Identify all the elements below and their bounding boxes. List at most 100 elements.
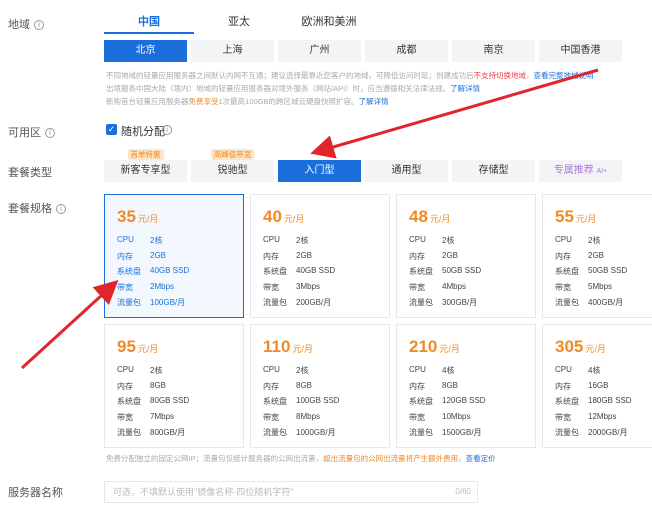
snapshot-link[interactable]: 了解详情 bbox=[359, 97, 389, 106]
city-shanghai[interactable]: 上海 bbox=[191, 40, 274, 62]
price-unit: 元/月 bbox=[283, 214, 305, 224]
city-beijing[interactable]: 北京 bbox=[104, 40, 187, 62]
note-text: 新购首台轻量应用服务器 bbox=[106, 97, 189, 106]
spec-row: 内存 8GB bbox=[117, 381, 189, 397]
info-icon[interactable]: i bbox=[162, 125, 172, 135]
availability-label: 可用区 i bbox=[8, 124, 55, 140]
pkg-label: 通用型 bbox=[391, 165, 422, 176]
package-spec-label: 套餐规格 i bbox=[8, 200, 66, 216]
spec-key: 带宽 bbox=[263, 282, 279, 292]
plan-price: 305 元/月 bbox=[555, 337, 606, 357]
spec-row: CPU 4核 bbox=[555, 365, 632, 381]
spec-value: 50GB SSD bbox=[442, 266, 482, 275]
spec-key: 内存 bbox=[263, 381, 279, 391]
plan-card[interactable]: 40 元/月 CPU 2核 内存 2GB 系统盘 40GB SSD 带宽 3Mbps 流量包 200G… bbox=[250, 194, 390, 318]
spec-value: 8GB bbox=[150, 380, 167, 390]
price-amount: 55 bbox=[555, 207, 574, 226]
spec-row: 带宽 10Mbps bbox=[409, 412, 486, 428]
region-info-link[interactable]: 查看完整地域说明 bbox=[534, 71, 594, 80]
spec-row: 内存 16GB bbox=[555, 381, 632, 397]
spec-key: 内存 bbox=[117, 381, 133, 391]
spec-key: 内存 bbox=[555, 251, 571, 261]
spec-value: 200GB/月 bbox=[296, 298, 332, 307]
city-nanjing[interactable]: 南京 bbox=[452, 40, 535, 62]
spec-key: CPU bbox=[263, 365, 280, 374]
plan-price: 48 元/月 bbox=[409, 207, 450, 227]
spec-key: 流量包 bbox=[409, 298, 433, 307]
spec-value: 400GB/月 bbox=[588, 298, 624, 307]
pkg-label: 存储型 bbox=[478, 165, 509, 176]
info-icon[interactable]: i bbox=[45, 128, 55, 139]
region-note-1: 不同地域的轻量应用服务器之间默认内网不互通；建议选择最靠近您客户的地域，可降低访… bbox=[106, 70, 594, 81]
plan-card[interactable]: 55 元/月 CPU 2核 内存 2GB 系统盘 50GB SSD 带宽 5Mbps 流量包 400G… bbox=[542, 194, 652, 318]
price-amount: 48 bbox=[409, 207, 428, 226]
price-amount: 40 bbox=[263, 207, 282, 226]
plan-specs: CPU 4核 内存 8GB 系统盘 120GB SSD 带宽 10Mbps 流量包 1500GB/… bbox=[409, 365, 486, 443]
tab-europe-americas[interactable]: 欧洲和美洲 bbox=[284, 10, 374, 34]
spec-row: 流量包 1500GB/月 bbox=[409, 427, 486, 443]
spec-row: 流量包 2000GB/月 bbox=[555, 427, 632, 443]
spec-key: 带宽 bbox=[409, 282, 425, 292]
plan-price: 110 元/月 bbox=[263, 337, 313, 357]
random-assign-label[interactable]: 随机分配 bbox=[121, 123, 165, 139]
spec-key: 带宽 bbox=[263, 412, 279, 422]
pkg-storage[interactable]: 存储型 bbox=[452, 160, 535, 182]
spec-row: 流量包 100GB/月 bbox=[117, 297, 189, 313]
plan-card[interactable]: 95 元/月 CPU 2核 内存 8GB 系统盘 80GB SSD 带宽 7Mbps 流量包 800G… bbox=[104, 324, 244, 448]
price-amount: 35 bbox=[117, 207, 136, 226]
package-type-selector: 首单特惠 新客专享型 高峰值带宽 锐驰型 入门型 通用型 存储型 专属推荐 AI… bbox=[104, 149, 626, 182]
region-note-2: 出境服务中国大陆（境内）地域的轻量应用服务器对境外服务（网站/API）时，应当遵… bbox=[106, 83, 480, 94]
server-name-input[interactable]: 可选，不填默认使用"镜像名称-四位随机字符" 0/60 bbox=[104, 481, 478, 503]
spec-value: 100GB SSD bbox=[296, 396, 340, 405]
spec-row: 流量包 400GB/月 bbox=[555, 297, 627, 313]
city-selector: 北京 上海 广州 成都 南京 中国香港 bbox=[104, 40, 626, 62]
note-warning: 超出流量包的公网出流量将产生额外费用 bbox=[323, 454, 459, 463]
spec-row: 带宽 12Mbps bbox=[555, 412, 632, 428]
spec-value: 80GB SSD bbox=[150, 396, 190, 405]
spec-value: 2核 bbox=[296, 366, 309, 375]
spec-value: 8Mbps bbox=[296, 411, 321, 421]
pricing-link[interactable]: 查看定价 bbox=[466, 454, 496, 463]
note-text: ， bbox=[458, 454, 466, 463]
pkg-recommended[interactable]: 专属推荐 AI+ bbox=[539, 160, 622, 182]
spec-key: 带宽 bbox=[555, 282, 571, 292]
city-guangzhou[interactable]: 广州 bbox=[278, 40, 361, 62]
pkg-ruichi[interactable]: 高峰值带宽 锐驰型 bbox=[191, 149, 274, 182]
spec-value: 12Mbps bbox=[588, 411, 617, 421]
pkg-entry[interactable]: 入门型 bbox=[278, 160, 361, 182]
plan-card[interactable]: 48 元/月 CPU 2核 内存 2GB 系统盘 50GB SSD 带宽 4Mbps 流量包 300G… bbox=[396, 194, 536, 318]
info-icon[interactable]: i bbox=[56, 204, 66, 215]
city-hongkong[interactable]: 中国香港 bbox=[539, 40, 622, 62]
spec-value: 300GB/月 bbox=[442, 298, 478, 307]
info-icon[interactable]: i bbox=[34, 20, 44, 31]
pkg-new-customer[interactable]: 首单特惠 新客专享型 bbox=[104, 149, 187, 182]
compliance-link[interactable]: 了解详情 bbox=[450, 84, 480, 93]
package-type-label: 套餐类型 bbox=[8, 167, 52, 179]
pkg-label: 入门型 bbox=[304, 165, 335, 176]
price-unit: 元/月 bbox=[429, 214, 451, 224]
plan-specs: CPU 2核 内存 2GB 系统盘 50GB SSD 带宽 5Mbps 流量包 400GB/月 bbox=[555, 235, 627, 313]
package-spec-label-text: 套餐规格 bbox=[8, 203, 52, 215]
random-assign-checkbox[interactable]: ✓ bbox=[106, 124, 117, 135]
plan-specs: CPU 2核 内存 8GB 系统盘 100GB SSD 带宽 8Mbps 流量包 1000GB/月 bbox=[263, 365, 340, 443]
plan-card[interactable]: 35 元/月 CPU 2核 内存 2GB 系统盘 40GB SSD 带宽 2Mbps 流量包 100G… bbox=[104, 194, 244, 318]
spec-key: 系统盘 bbox=[555, 397, 579, 406]
tab-china[interactable]: 中国 bbox=[104, 10, 194, 34]
spec-key: 带宽 bbox=[117, 412, 133, 422]
plan-card[interactable]: 110 元/月 CPU 2核 内存 8GB 系统盘 100GB SSD 带宽 8Mbps 流量包 10… bbox=[250, 324, 390, 448]
tab-asia-pacific[interactable]: 亚太 bbox=[194, 10, 284, 34]
pkg-general[interactable]: 通用型 bbox=[365, 160, 448, 182]
plan-card[interactable]: 305 元/月 CPU 4核 内存 16GB 系统盘 180GB SSD 带宽 12Mbps 流量包… bbox=[542, 324, 652, 448]
availability-label-text: 可用区 bbox=[8, 127, 41, 139]
plan-card[interactable]: 210 元/月 CPU 4核 内存 8GB 系统盘 120GB SSD 带宽 10Mbps 流量包 1… bbox=[396, 324, 536, 448]
spec-key: CPU bbox=[117, 235, 134, 244]
spec-value: 4核 bbox=[588, 366, 601, 375]
pkg-label: 新客专享型 bbox=[120, 165, 171, 176]
spec-row: CPU 4核 bbox=[409, 365, 486, 381]
spec-value: 5Mbps bbox=[588, 281, 613, 291]
spec-key: 流量包 bbox=[263, 428, 287, 437]
spec-value: 2核 bbox=[150, 236, 163, 245]
spec-key: 带宽 bbox=[409, 412, 425, 422]
spec-value: 2GB bbox=[150, 250, 167, 260]
city-chengdu[interactable]: 成都 bbox=[365, 40, 448, 62]
